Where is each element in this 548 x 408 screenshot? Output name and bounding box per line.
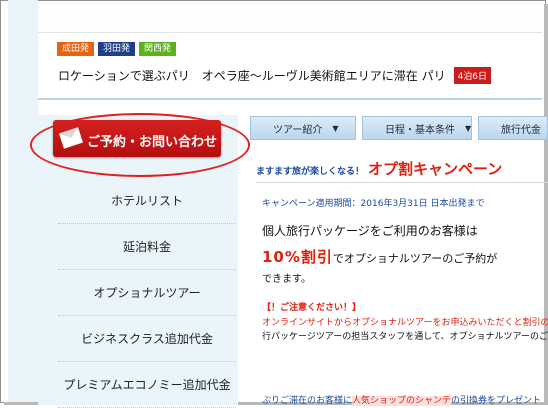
campaign-name: オプ割キャンペーン — [368, 160, 503, 178]
discount-amount: 10%割引 — [262, 248, 333, 266]
left-gutter — [8, 0, 38, 402]
tab-tour-intro[interactable]: ツアー紹介 ▼ — [250, 116, 356, 140]
frame-shadow-right — [544, 4, 548, 405]
sidebar-item-premium-economy[interactable]: プレミアムエコノミー追加代金 — [58, 362, 236, 408]
campaign-period: キャンペーン適用期間：2016年3月31日 日本出発まで — [262, 199, 485, 209]
tab-bar: ツアー紹介 ▼ 日程・基本条件 ▼ 旅行代金 — [250, 116, 548, 140]
departure-badges: 成田発 羽田発 関西発 — [57, 42, 177, 56]
discount-possible: できます。 — [262, 274, 311, 285]
tab-schedule[interactable]: 日程・基本条件 ▼ — [362, 116, 472, 140]
sidebar-item-optional-tour[interactable]: オプショナルツアー — [58, 270, 236, 316]
tab-price-label: 旅行代金 — [501, 124, 541, 136]
discount-suffix: でオプショナルツアーのご予約が — [332, 252, 498, 265]
campaign-header: ますます旅が楽しくなる！ オプ割キャンペーン — [256, 158, 548, 183]
tour-title-text: ロケーションで選ぶパリ オペラ座～ルーヴル美術館エリアに滞在 パリ — [58, 69, 446, 83]
campaign-tagline: ますます旅が楽しくなる！ — [256, 167, 365, 177]
badge-narita[interactable]: 成田発 — [57, 42, 95, 56]
campaign-divider — [256, 182, 548, 183]
sidebar-item-extension-fee[interactable]: 延泊料金 — [58, 224, 236, 270]
notice-line-2: 行パッケージツアーの担当スタッフを通して、オプショナルツアーのご予約 — [262, 332, 548, 342]
top-band — [38, 2, 542, 33]
reserve-inquiry-label: ご予約・お問い合わせ — [87, 135, 218, 150]
reserve-inquiry-button[interactable]: ご予約・お問い合わせ — [53, 120, 221, 157]
tab-tour-intro-label: ツアー紹介 — [273, 124, 323, 136]
campaign-title: ますます旅が楽しくなる！ オプ割キャンペーン — [256, 158, 548, 179]
duration-badge: 4泊6日 — [453, 67, 492, 84]
header-divider — [38, 98, 542, 100]
chevron-down-icon: ▼ — [332, 123, 339, 133]
sidebar-item-hotel-list[interactable]: ホテルリスト — [58, 178, 236, 224]
badge-haneda[interactable]: 羽田発 — [98, 42, 136, 56]
sidebar-menu: ホテルリスト 延泊料金 オプショナルツアー ビジネスクラス追加代金 プレミアムエ… — [58, 178, 236, 408]
discount-line: 10%割引 でオプショナルツアーのご予約が — [262, 246, 497, 267]
badge-kansai[interactable]: 関西発 — [139, 42, 177, 56]
notice-title: 【！ご注意ください！】 — [262, 303, 362, 313]
notice-line-1: オンラインサイトからオプショナルツアーをお申込みいただくと割引の適用 — [262, 318, 548, 328]
sidebar-item-business-class[interactable]: ビジネスクラス追加代金 — [58, 316, 236, 362]
tour-title: ロケーションで選ぶパリ オペラ座～ルーヴル美術館エリアに滞在 パリ 4泊6日 — [58, 67, 492, 84]
campaign-description: 個人旅行パッケージをご利用のお客様は — [262, 224, 478, 238]
tab-schedule-label: 日程・基本条件 — [385, 124, 455, 136]
envelope-icon — [59, 127, 83, 149]
coupon-banner: ぶりご滞在のお客様に人気ショップのシャンテの引換券をプレゼント — [262, 393, 548, 406]
chevron-down-icon: ▼ — [465, 123, 472, 133]
tab-price[interactable]: 旅行代金 — [478, 116, 548, 140]
